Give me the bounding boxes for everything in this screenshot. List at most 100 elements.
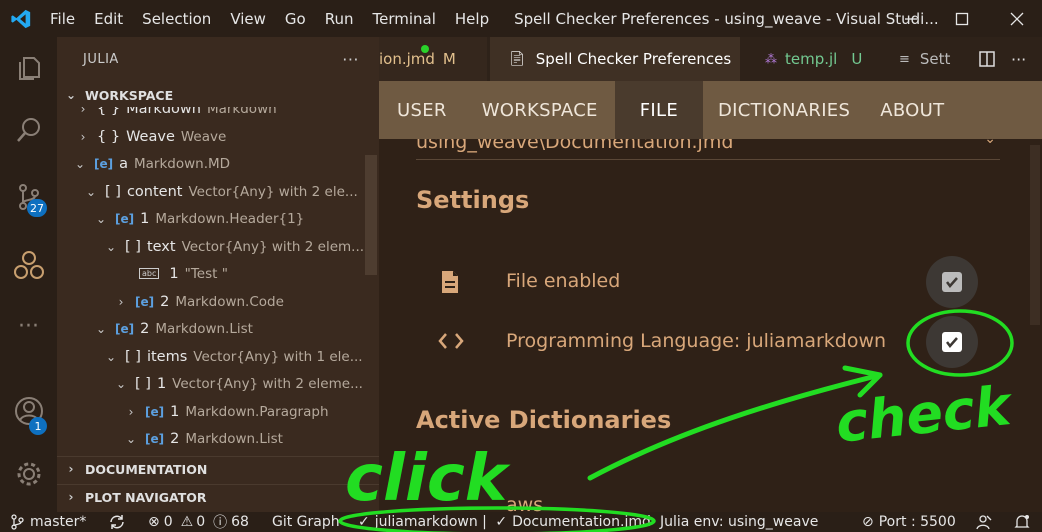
live-share-button[interactable] xyxy=(976,512,992,532)
sidebar-more-button[interactable]: ··· xyxy=(342,50,359,69)
chevron-right-icon: › xyxy=(80,107,86,116)
tree-row[interactable]: ⌄ [e] 1 Markdown.Header{1} xyxy=(57,205,379,232)
live-server-item[interactable]: ⊘ Port : 5500 xyxy=(862,512,956,532)
tree-type: Markdown.Header{1} xyxy=(155,210,305,227)
tree-row[interactable]: › { } Markdown Markdown xyxy=(57,107,379,122)
minimize-icon xyxy=(905,17,917,20)
accounts-button[interactable]: 1 xyxy=(0,386,57,436)
modified-dot-icon xyxy=(421,45,429,53)
preview-icon: 📄︎ xyxy=(508,51,526,67)
source-control-button[interactable]: 27 xyxy=(0,172,57,222)
explorer-button[interactable] xyxy=(0,43,57,93)
menu-edit[interactable]: Edit xyxy=(94,10,123,28)
close-window-button[interactable] xyxy=(992,0,1042,37)
tree-type: Markdown xyxy=(206,107,277,117)
nav-file[interactable]: FILE xyxy=(614,81,703,139)
document-label: Documentation.jmd xyxy=(512,514,651,530)
tree-label: Markdown xyxy=(126,107,201,117)
workspace-section-header[interactable]: ⌄ WORKSPACE xyxy=(57,83,385,107)
git-graph-item[interactable]: Git Graph xyxy=(272,512,340,532)
split-editor-button[interactable] xyxy=(979,37,1001,81)
tab-label: temp.jl xyxy=(785,50,838,68)
tree-row[interactable]: › [e] 2 Markdown.Code xyxy=(57,288,379,315)
nav-workspace[interactable]: WORKSPACE xyxy=(465,81,615,139)
active-dictionaries-heading: Active Dictionaries xyxy=(416,406,672,434)
menu-help[interactable]: Help xyxy=(455,10,489,28)
maximize-button[interactable] xyxy=(937,0,987,37)
tree-label: content xyxy=(126,183,183,200)
tree-row[interactable]: ⌄ [ ] items Vector{Any} with 1 ele... xyxy=(57,343,379,370)
tab-status: M xyxy=(442,50,456,68)
search-button[interactable] xyxy=(0,105,57,155)
julia-button[interactable] xyxy=(0,240,57,290)
notifications-button[interactable] xyxy=(1014,512,1030,532)
nav-dictionaries[interactable]: DICTIONARIES xyxy=(703,81,865,139)
settings-button[interactable] xyxy=(0,449,57,499)
tree-row[interactable]: ⌄ [e] 2 Markdown.List xyxy=(57,315,379,342)
tree-row[interactable]: ⌄ [e] a Markdown.MD xyxy=(57,150,379,177)
tree-type: Vector{Any} with 1 ele... xyxy=(193,348,363,365)
array-icon: [ ] xyxy=(105,183,121,200)
more-views-icon[interactable]: ··· xyxy=(0,301,57,351)
branch-item[interactable]: master* xyxy=(10,512,86,532)
menu-run[interactable]: Run xyxy=(325,10,354,28)
problems-item[interactable]: ⊗ 0 ⚠︎ 0 ⓘ 68 xyxy=(148,512,249,532)
module-icon: { } xyxy=(97,107,121,117)
tree-row[interactable]: ⌄ [ ] text Vector{Any} with 2 elem... xyxy=(57,233,379,260)
chevron-right-icon: › xyxy=(68,462,74,476)
menu-view[interactable]: View xyxy=(230,10,266,28)
module-icon: { } xyxy=(97,128,121,145)
tab-temp-jl[interactable]: ⁂ temp.jl U xyxy=(745,37,875,81)
tab-settings[interactable]: ≡ Sett xyxy=(899,37,979,81)
account-badge: 1 xyxy=(29,417,47,435)
tabs-more-button[interactable]: ··· xyxy=(1011,37,1033,81)
sync-button[interactable] xyxy=(108,512,126,532)
search-icon xyxy=(16,118,40,142)
port-label: Port : 5500 xyxy=(878,514,956,530)
tree-type: Vector{Any} with 2 ele... xyxy=(188,183,358,200)
documentation-section-header[interactable]: › DOCUMENTATION xyxy=(57,456,385,481)
tree-type: Weave xyxy=(180,128,227,145)
language-item[interactable]: ✓ juliamarkdown | ✓ Documentation.jmd xyxy=(358,512,651,532)
tab-documentation[interactable]: ion.jmd M xyxy=(379,37,487,81)
nav-about[interactable]: ABOUT xyxy=(865,81,959,139)
julia-sidebar: JULIA ··· ⌄ WORKSPACE › { } Markdown Markdo… xyxy=(57,37,385,512)
title-bar: File Edit Selection View Go Run Terminal… xyxy=(0,0,1042,37)
scm-badge: 27 xyxy=(27,199,47,217)
tree-row[interactable]: › { } Weave Weave xyxy=(57,123,379,150)
string-icon: abc xyxy=(139,268,160,279)
tree-label: 1 xyxy=(140,210,150,227)
chevron-right-icon: › xyxy=(128,404,134,419)
tree-type: Vector{Any} with 2 elem... xyxy=(181,238,365,255)
julia-env-item[interactable]: Julia env: using_weave xyxy=(660,512,818,532)
plot-navigator-section-header[interactable]: › PLOT NAVIGATOR xyxy=(57,484,385,509)
file-enabled-toggle[interactable] xyxy=(926,256,978,308)
vscode-logo-icon xyxy=(11,9,31,28)
tree-row[interactable]: abc 1 "Test " xyxy=(57,260,379,287)
language-label: juliamarkdown | xyxy=(374,514,492,530)
tree-row[interactable]: ⌄ [ ] 1 Vector{Any} with 2 eleme... xyxy=(57,370,379,397)
menu-terminal[interactable]: Terminal xyxy=(373,10,436,28)
webview-scrollbar[interactable] xyxy=(1030,145,1040,325)
file-icon xyxy=(442,271,458,293)
minimize-button[interactable] xyxy=(886,0,936,37)
sidebar-scrollbar[interactable] xyxy=(365,155,377,275)
tree-type: "Test " xyxy=(184,265,228,282)
dictionary-item[interactable]: aws xyxy=(506,494,543,512)
git-branch-icon xyxy=(11,514,24,530)
menu-file[interactable]: File xyxy=(50,10,75,28)
tree-label: text xyxy=(146,238,176,255)
menu-selection[interactable]: Selection xyxy=(142,10,211,28)
tree-row[interactable]: ⌄ [e] 2 Markdown.List xyxy=(57,425,379,452)
nav-user[interactable]: USER xyxy=(379,81,465,139)
tab-spell-checker[interactable]: 📄︎ Spell Checker Preferences ✕ xyxy=(490,37,757,81)
checkmark-icon xyxy=(946,337,958,348)
error-icon: ⊗ xyxy=(148,514,160,530)
tree-label: 1 xyxy=(156,375,167,392)
programming-language-toggle[interactable] xyxy=(926,316,978,368)
variable-icon: [e] xyxy=(94,156,114,171)
tree-row[interactable]: › [e] 1 Markdown.Paragraph xyxy=(57,398,379,425)
tree-row[interactable]: ⌄ [ ] content Vector{Any} with 2 ele... xyxy=(57,178,379,205)
person-icon xyxy=(976,515,992,530)
menu-go[interactable]: Go xyxy=(285,10,306,28)
